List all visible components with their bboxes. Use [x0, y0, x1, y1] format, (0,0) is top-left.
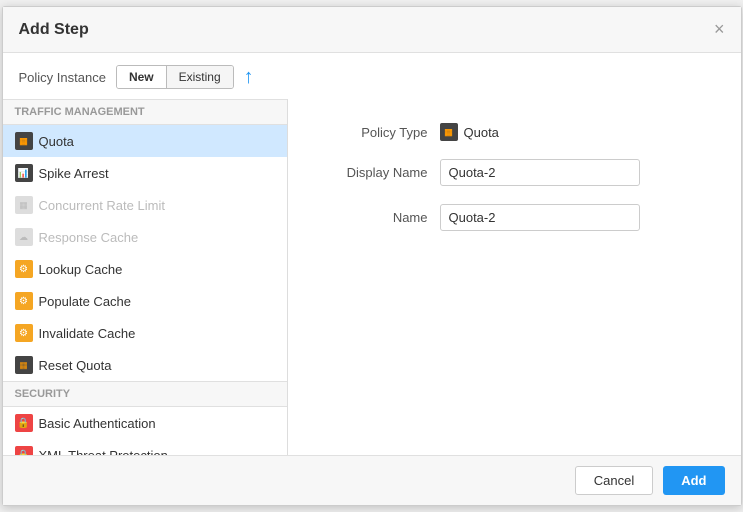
response-cache-icon: ☁: [15, 228, 33, 246]
content-area: TRAFFIC MANAGEMENT ▦ Quota 📊 Spike Arres…: [3, 99, 741, 455]
policy-instance-row: Policy Instance New Existing ↑: [3, 53, 741, 99]
concurrent-rate-limit-icon: ▦: [15, 196, 33, 214]
concurrent-rate-limit-label: Concurrent Rate Limit: [39, 198, 165, 213]
name-field-label: Name: [318, 210, 428, 225]
reset-quota-label: Reset Quota: [39, 358, 112, 373]
list-item-invalidate-cache[interactable]: ⚙ Invalidate Cache: [3, 317, 287, 349]
policy-type-row: Policy Type ▦ Quota: [318, 123, 711, 141]
add-button[interactable]: Add: [663, 466, 724, 495]
list-item-populate-cache[interactable]: ⚙ Populate Cache: [3, 285, 287, 317]
existing-button[interactable]: Existing: [167, 66, 233, 88]
modal-body: Policy Instance New Existing ↑ TRAFFIC M…: [3, 53, 741, 455]
reset-quota-icon: ▦: [15, 356, 33, 374]
invalidate-cache-label: Invalidate Cache: [39, 326, 136, 341]
list-item-lookup-cache[interactable]: ⚙ Lookup Cache: [3, 253, 287, 285]
spike-arrest-icon: 📊: [15, 164, 33, 182]
basic-auth-label: Basic Authentication: [39, 416, 156, 431]
security-header: SECURITY: [3, 381, 287, 407]
xml-threat-icon: 🔒: [15, 446, 33, 455]
policy-type-text: Quota: [464, 125, 499, 140]
arrow-indicator: ↑: [244, 67, 254, 87]
display-name-row: Display Name: [318, 159, 711, 186]
populate-cache-icon: ⚙: [15, 292, 33, 310]
policy-type-icon: ▦: [440, 123, 458, 141]
modal-footer: Cancel Add: [3, 455, 741, 505]
list-item-response-cache: ☁ Response Cache: [3, 221, 287, 253]
spike-arrest-label: Spike Arrest: [39, 166, 109, 181]
traffic-management-header: TRAFFIC MANAGEMENT: [3, 99, 287, 125]
name-input[interactable]: [440, 204, 640, 231]
list-item-reset-quota[interactable]: ▦ Reset Quota: [3, 349, 287, 381]
list-item-quota[interactable]: ▦ Quota: [3, 125, 287, 157]
add-step-modal: Add Step × Policy Instance New Existing …: [2, 6, 742, 506]
cancel-button[interactable]: Cancel: [575, 466, 653, 495]
modal-title: Add Step: [19, 21, 89, 39]
quota-icon: ▦: [15, 132, 33, 150]
close-button[interactable]: ×: [714, 19, 725, 40]
basic-auth-icon: 🔒: [15, 414, 33, 432]
policy-instance-toggle: New Existing: [116, 65, 234, 89]
lookup-cache-icon: ⚙: [15, 260, 33, 278]
policy-type-field-label: Policy Type: [318, 125, 428, 140]
left-panel: TRAFFIC MANAGEMENT ▦ Quota 📊 Spike Arres…: [3, 99, 288, 455]
lookup-cache-label: Lookup Cache: [39, 262, 123, 277]
policy-instance-label: Policy Instance: [19, 70, 106, 85]
quota-label: Quota: [39, 134, 74, 149]
policy-type-value: ▦ Quota: [440, 123, 499, 141]
invalidate-cache-icon: ⚙: [15, 324, 33, 342]
display-name-input[interactable]: [440, 159, 640, 186]
name-row: Name: [318, 204, 711, 231]
list-item-spike-arrest[interactable]: 📊 Spike Arrest: [3, 157, 287, 189]
populate-cache-label: Populate Cache: [39, 294, 132, 309]
modal-header: Add Step ×: [3, 7, 741, 53]
xml-threat-label: XML Threat Protection: [39, 448, 168, 456]
response-cache-label: Response Cache: [39, 230, 139, 245]
list-item-basic-auth[interactable]: 🔒 Basic Authentication: [3, 407, 287, 439]
display-name-field-label: Display Name: [318, 165, 428, 180]
list-item-xml-threat[interactable]: 🔒 XML Threat Protection: [3, 439, 287, 455]
new-button[interactable]: New: [117, 66, 167, 88]
right-panel: Policy Type ▦ Quota Display Name Name: [288, 99, 741, 455]
list-item-concurrent-rate-limit: ▦ Concurrent Rate Limit: [3, 189, 287, 221]
